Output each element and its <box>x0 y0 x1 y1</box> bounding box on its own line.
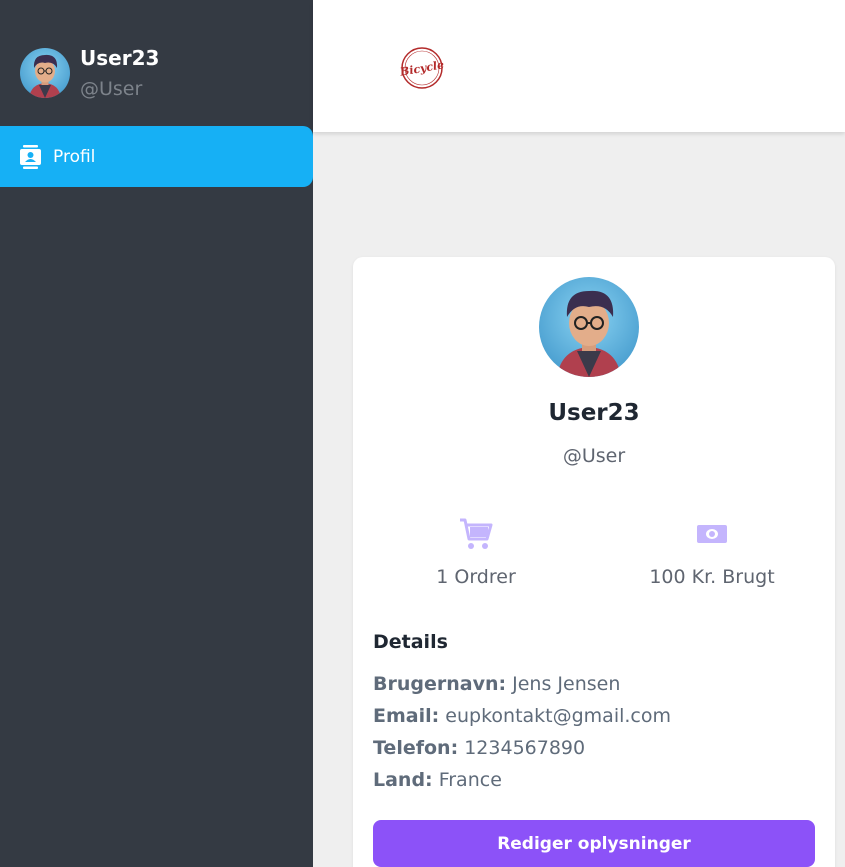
sidebar-user-handle: @User <box>80 78 143 100</box>
sidebar: User23 @User Profil <box>0 0 313 867</box>
contact-card-icon <box>20 144 41 169</box>
details-heading: Details <box>373 631 448 653</box>
detail-username: Brugernavn: Jens Jensen <box>373 673 621 695</box>
detail-phone: Telefon: 1234567890 <box>373 737 586 759</box>
profile-handle: @User <box>562 445 626 467</box>
sidebar-user: User23 @User <box>20 46 160 100</box>
sidebar-item-label: Profil <box>53 146 96 167</box>
money-icon <box>697 525 727 543</box>
bicycle-logo[interactable]: Bicycle <box>398 46 445 90</box>
profile-card: User23 @User 1 Ordrer 100 Kr. Brugt Deta… <box>353 257 835 867</box>
detail-country: Land: France <box>373 769 502 791</box>
profile-name: User23 <box>548 400 640 426</box>
sidebar-item-profil[interactable]: Profil <box>0 126 313 187</box>
orders-stat: 1 Ordrer <box>376 517 576 588</box>
cart-icon <box>460 518 493 549</box>
detail-email: Email: eupkontakt@gmail.com <box>373 705 671 727</box>
spent-amount: 100 Kr. Brugt <box>649 566 775 588</box>
avatar <box>20 48 70 98</box>
orders-count: 1 Ordrer <box>436 566 516 588</box>
spent-stat: 100 Kr. Brugt <box>612 517 812 588</box>
edit-details-button[interactable]: Rediger oplysninger <box>373 820 815 867</box>
profile-avatar <box>539 277 639 377</box>
sidebar-user-name: User23 <box>80 46 160 70</box>
top-bar: Bicycle <box>313 0 845 132</box>
